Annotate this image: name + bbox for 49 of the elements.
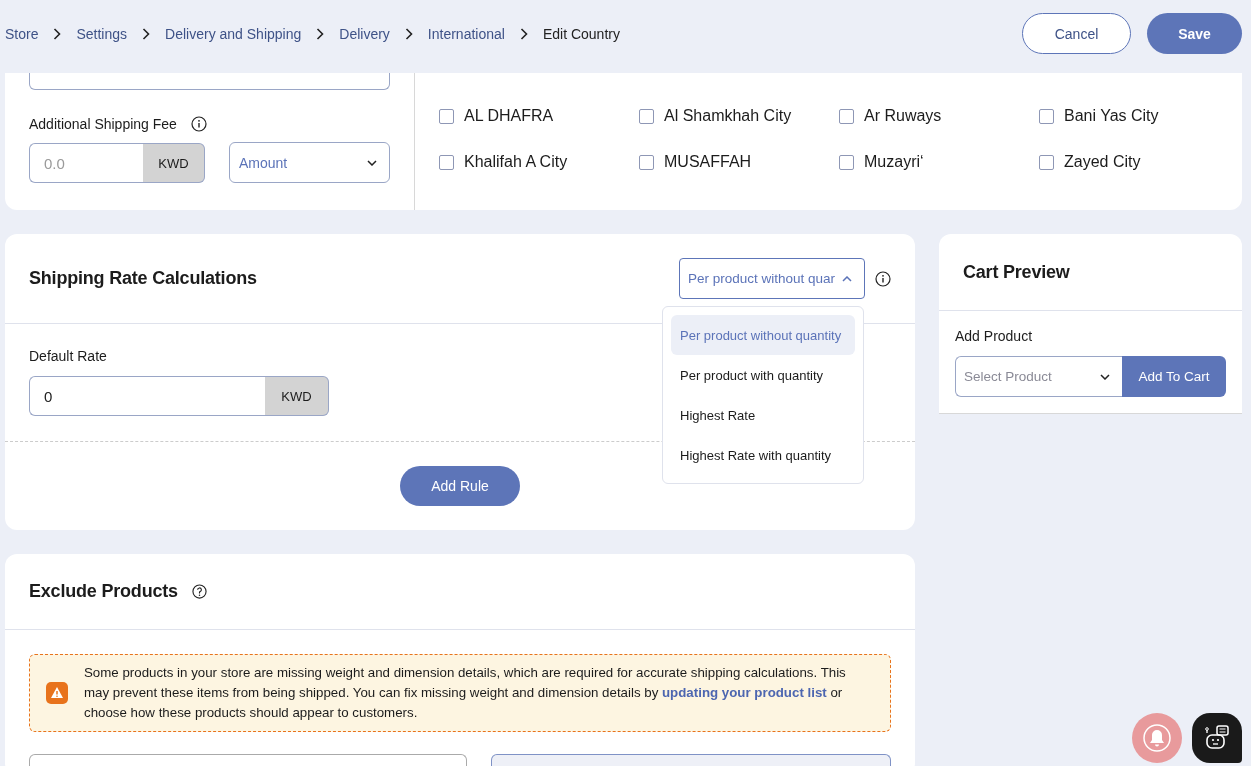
method-select[interactable]: Per product without quar bbox=[679, 258, 865, 299]
city-checkbox[interactable]: Khalifah A City bbox=[439, 153, 639, 171]
field-label: Additional Shipping Fee bbox=[29, 116, 177, 132]
notification-button[interactable] bbox=[1132, 713, 1182, 763]
cancel-button[interactable]: Cancel bbox=[1022, 13, 1131, 54]
chevron-right-icon bbox=[316, 27, 325, 40]
bell-icon bbox=[1142, 723, 1172, 753]
breadcrumb-link[interactable]: Store bbox=[5, 25, 39, 42]
help-icon bbox=[191, 584, 207, 599]
menu-option[interactable]: Highest Rate with quantity bbox=[671, 435, 855, 475]
city-checkbox[interactable]: Muzayri‘ bbox=[839, 153, 1039, 171]
breadcrumb-link[interactable]: Delivery and Shipping bbox=[165, 25, 302, 42]
info-icon bbox=[190, 116, 207, 132]
current-page-label: Edit Country bbox=[542, 25, 620, 42]
chevron-right-icon bbox=[53, 27, 62, 40]
field-label: Default Rate bbox=[29, 348, 108, 364]
chevron-down-icon bbox=[367, 159, 377, 166]
add-rule-button[interactable]: Add Rule bbox=[400, 466, 520, 506]
save-button[interactable]: Save bbox=[1147, 13, 1242, 54]
menu-option[interactable]: Highest Rate bbox=[671, 395, 855, 435]
warning-icon bbox=[46, 682, 68, 704]
menu-option[interactable]: Per product with quantity bbox=[671, 355, 855, 395]
chevron-right-icon bbox=[519, 27, 528, 40]
city-checkbox[interactable]: Al Shamkhah City bbox=[639, 107, 839, 125]
breadcrumb-link[interactable]: Settings bbox=[76, 25, 128, 42]
product-list-link[interactable]: updating your product list bbox=[662, 685, 827, 700]
menu-option[interactable]: Per product without quantity bbox=[671, 315, 855, 355]
chevron-icon bbox=[842, 275, 852, 282]
city-checkbox[interactable]: Bani Yas City bbox=[1039, 107, 1239, 125]
section-title: Shipping Rate Calculations bbox=[29, 268, 257, 289]
type-select[interactable]: Amount bbox=[229, 142, 390, 183]
chevron-down-icon bbox=[1100, 373, 1110, 380]
city-checkbox[interactable]: AL DHAFRA bbox=[439, 107, 639, 125]
breadcrumb-link[interactable]: Delivery bbox=[339, 25, 390, 42]
chevron-right-icon bbox=[404, 27, 413, 40]
add-to-cart-button[interactable]: Add To Cart bbox=[1122, 356, 1226, 397]
chevron-right-icon bbox=[142, 27, 151, 40]
product-select[interactable]: Select Product bbox=[955, 356, 1122, 397]
section-title: Exclude Products bbox=[29, 581, 178, 602]
chatbot-button[interactable] bbox=[1192, 713, 1242, 763]
city-checkbox[interactable]: Zayed City bbox=[1039, 153, 1239, 171]
input-field[interactable] bbox=[29, 73, 390, 90]
field-label: Add Product bbox=[955, 328, 1034, 344]
warning-text: Some products in your store are missing weight and dimension details, which are required for accurate shipping calculations. This may prevent these items from being shipped. You can fix missing weight and dimension details by updating your product list or choose how these products should appear to customers. bbox=[84, 664, 847, 722]
breadcrumb-link[interactable]: International bbox=[427, 25, 505, 42]
city-checkbox[interactable]: MUSAFFAH bbox=[639, 153, 839, 171]
city-checkbox[interactable]: Ar Ruways bbox=[839, 107, 1039, 125]
section-title: Cart Preview bbox=[963, 261, 1070, 283]
info-icon bbox=[875, 270, 891, 287]
